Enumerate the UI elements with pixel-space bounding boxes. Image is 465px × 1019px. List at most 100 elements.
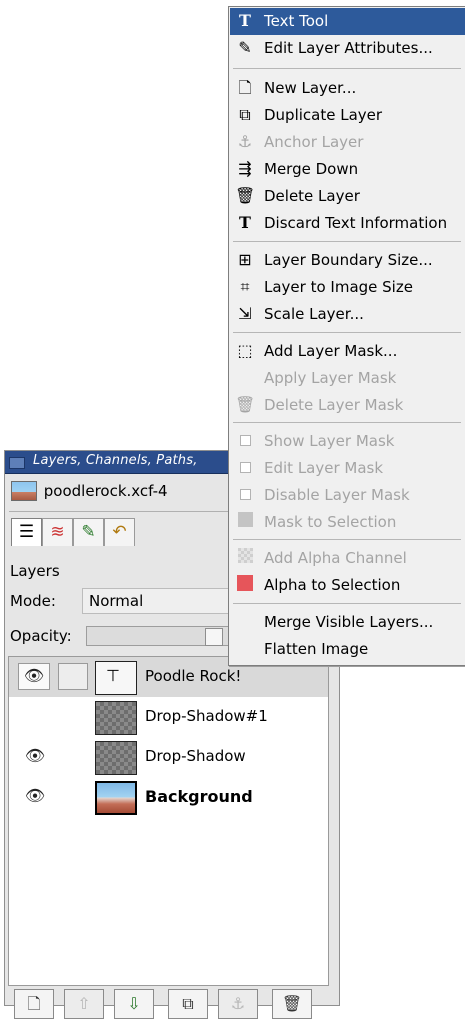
menu-item-label: Merge Visible Layers... [264,613,434,631]
visibility-toggle[interactable]: 👁 [18,663,50,690]
new-layer-icon: 🗋 [27,994,41,1013]
menu-item-label: Flatten Image [264,640,369,658]
eye-icon: 👁 [23,666,45,685]
layer-name[interactable]: Drop-Shadow#1 [145,707,268,725]
menu-item-label: New Layer... [264,79,357,97]
eye-icon[interactable] [23,707,47,725]
layer-row[interactable]: Drop-Shadow#1 [9,697,328,737]
scale-layer-icon: ⇲ [238,304,252,323]
menu-item-add-layer-mask[interactable]: ⬚ Add Layer Mask... [230,338,465,365]
menu-item-new-layer[interactable]: 🗋 New Layer... [230,75,465,102]
duplicate-layer-button[interactable]: ⧉ [168,989,208,1019]
anchor-icon: ⚓ [237,132,253,151]
menu-item-flatten-image[interactable]: Flatten Image [230,636,465,663]
layer-thumbnail [95,701,137,735]
window-menu-icon[interactable] [9,457,25,469]
menu-item-label: Delete Layer [264,187,360,205]
menu-item-delete-layer-mask[interactable]: 🗑 Delete Layer Mask [230,392,465,419]
eye-icon[interactable]: 👁 [23,787,47,805]
alpha-to-selection-icon [235,575,255,595]
menu-separator [233,241,461,242]
layer-name[interactable]: Poodle Rock! [145,667,241,685]
menu-item-label: Add Alpha Channel [264,549,407,567]
menu-item-disable-layer-mask[interactable]: Disable Layer Mask [230,482,465,509]
anchor-layer-button[interactable]: ⚓ [218,989,258,1019]
channels-icon: ≋ [50,522,65,542]
menu-item-edit-layer-attributes[interactable]: ✎ Edit Layer Attributes... [230,35,465,62]
mode-label: Mode: [10,592,56,610]
checkbox-icon [235,431,255,451]
edit-attributes-icon: ✎ [238,38,252,57]
link-toggle[interactable] [58,663,88,690]
menu-separator [233,539,461,540]
menu-item-layer-boundary-size[interactable]: ⊞ Layer Boundary Size... [230,247,465,274]
menu-item-label: Discard Text Information [264,214,448,232]
menu-item-label: Edit Layer Attributes... [264,39,433,57]
merge-down-icon: ⇶ [238,159,252,178]
menu-item-label: Duplicate Layer [264,106,383,124]
menu-item-duplicate-layer[interactable]: ⧉ Duplicate Layer [230,102,465,129]
tab-layers[interactable]: ☰ [11,518,42,546]
menu-item-label: Merge Down [264,160,359,178]
menu-item-merge-down[interactable]: ⇶ Merge Down [230,156,465,183]
lower-layer-icon: ⇩ [127,994,141,1013]
menu-item-label: Alpha to Selection [264,576,401,594]
menu-item-alpha-to-selection[interactable]: Alpha to Selection [230,572,465,599]
menu-item-layer-to-image-size[interactable]: ⌗ Layer to Image Size [230,274,465,301]
menu-item-mask-to-selection[interactable]: Mask to Selection [230,509,465,536]
menu-item-add-alpha-channel[interactable]: Add Alpha Channel [230,545,465,572]
delete-layer-button[interactable]: 🗑 [272,989,312,1019]
menu-item-show-layer-mask[interactable]: Show Layer Mask [230,428,465,455]
opacity-slider-knob[interactable] [205,628,223,646]
menu-item-scale-layer[interactable]: ⇲ Scale Layer... [230,301,465,328]
menu-item-label: Show Layer Mask [264,432,395,450]
dock-title: Layers, Channels, Paths, [33,453,198,468]
delete-layer-icon: 🗑 [281,994,303,1013]
layer-name[interactable]: Drop-Shadow [145,747,246,765]
tab-paths[interactable]: ✎ [73,518,104,546]
text-icon: T [239,213,251,232]
lower-layer-button[interactable]: ⇩ [114,989,154,1019]
raise-layer-button[interactable]: ⇧ [64,989,104,1019]
tab-channels[interactable]: ≋ [42,518,73,546]
menu-item-delete-layer[interactable]: 🗑 Delete Layer [230,183,465,210]
menu-separator [233,603,461,604]
menu-item-apply-layer-mask[interactable]: Apply Layer Mask [230,365,465,392]
layers-icon: ☰ [18,522,35,542]
delete-mask-icon: 🗑 [235,395,256,414]
image-name: poodlerock.xcf-4 [43,482,168,500]
menu-item-edit-layer-mask[interactable]: Edit Layer Mask [230,455,465,482]
undo-history-icon: ↶ [112,522,127,542]
anchor-layer-icon: ⚓ [230,994,246,1013]
paths-icon: ✎ [81,522,96,542]
menu-item-label: Add Layer Mask... [264,342,398,360]
menu-item-label: Disable Layer Mask [264,486,410,504]
menu-item-label: Mask to Selection [264,513,397,531]
menu-item-label: Scale Layer... [264,305,364,323]
dock-tabs: ☰ ≋ ✎ ↶ [11,518,135,548]
add-alpha-icon [235,548,255,568]
menu-item-label: Apply Layer Mask [264,369,397,387]
layer-row[interactable]: 👁 Drop-Shadow [9,737,328,777]
layer-row[interactable]: 👁 Background [9,777,328,817]
menu-item-merge-visible-layers[interactable]: Merge Visible Layers... [230,609,465,636]
layer-name[interactable]: Background [145,787,253,806]
menu-item-text-tool[interactable]: T Text Tool [230,8,465,35]
raise-layer-icon: ⇧ [77,994,91,1013]
menu-item-anchor-layer[interactable]: ⚓ Anchor Layer [230,129,465,156]
tab-undo-history[interactable]: ↶ [104,518,135,546]
new-layer-icon: 🗋 [238,78,252,97]
menu-item-label: Layer to Image Size [264,278,413,296]
menu-separator [233,68,461,69]
text-layer-icon: ⊤ [106,666,120,685]
text-layer-thumbnail: ⊤ [95,661,137,695]
delete-layer-icon: 🗑 [235,186,256,205]
duplicate-layer-icon: ⧉ [239,105,251,124]
eye-icon[interactable]: 👁 [23,747,47,765]
new-layer-button[interactable]: 🗋 [14,989,54,1019]
layer-thumbnail [95,781,137,815]
layers-section-label: Layers [10,562,60,580]
menu-item-discard-text-information[interactable]: T Discard Text Information [230,210,465,237]
text-tool-icon: T [239,11,251,30]
layer-list[interactable]: 👁 ⊤ Poodle Rock! Drop-Shadow#1 👁 Drop-Sh… [8,656,329,986]
